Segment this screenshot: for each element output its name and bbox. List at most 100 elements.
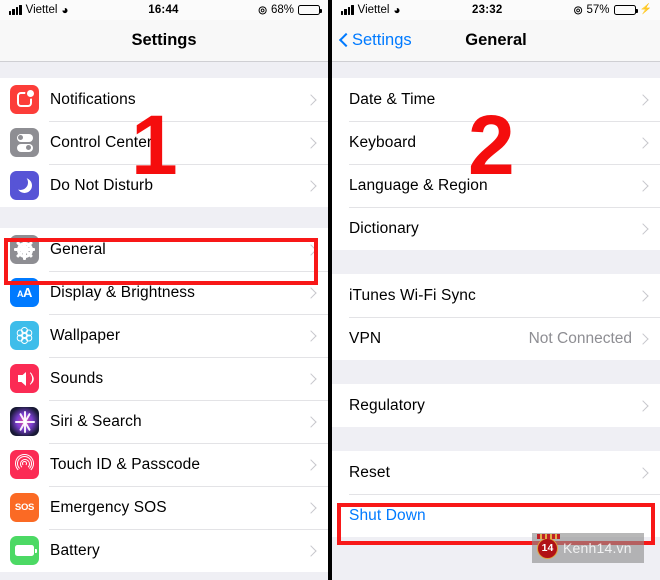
section-gap (332, 250, 660, 274)
crown-icon (537, 533, 560, 539)
chevron-right-icon (637, 289, 649, 302)
panel-divider (328, 0, 332, 580)
location-services-icon: ◎ (573, 4, 583, 16)
section-gap (332, 62, 660, 78)
section-gap (332, 427, 660, 451)
settings-group: Reset Shut Down (332, 451, 660, 537)
chevron-right-icon (637, 93, 649, 106)
battery-icon (613, 4, 638, 16)
list-item-label: Sounds (50, 369, 104, 387)
status-bar-left: Viettel ◕ 16:44 ◎ 68% (0, 0, 328, 20)
chevron-right-icon (305, 372, 317, 385)
list-item-label: Regulatory (349, 396, 425, 414)
list-item-itunes-wi-fi-sync[interactable]: iTunes Wi-Fi Sync (332, 274, 660, 317)
battery-settings-icon (10, 536, 39, 565)
chevron-right-icon (637, 399, 649, 412)
screenshot-stage: Viettel ◕ 16:44 ◎ 68% Settings Notificat… (0, 0, 660, 580)
list-item-wallpaper[interactable]: Wallpaper (0, 314, 328, 357)
list-item-battery[interactable]: Battery (0, 529, 328, 572)
control-center-icon (10, 128, 39, 157)
settings-group: iTunes Wi-Fi Sync VPN Not Connected (332, 274, 660, 360)
chevron-right-icon (637, 222, 649, 235)
do-not-disturb-icon (10, 171, 39, 200)
wifi-icon: ◕ (393, 2, 401, 17)
list-item-emergency-sos[interactable]: SOS Emergency SOS (0, 486, 328, 529)
watermark-text: Kenh14.vn (563, 540, 632, 556)
chevron-right-icon (305, 93, 317, 106)
battery-percent-label: 57% (586, 4, 610, 16)
list-item-label: Dictionary (349, 219, 419, 237)
step-number-2: 2 (468, 98, 515, 192)
chevron-right-icon (305, 243, 317, 256)
emergency-sos-icon: SOS (10, 493, 39, 522)
chevron-right-icon (637, 136, 649, 149)
list-item-general[interactable]: General (0, 228, 328, 271)
list-item-label: Reset (349, 463, 390, 481)
list-item-label: Siri & Search (50, 412, 142, 430)
section-gap (0, 207, 328, 228)
chevron-right-icon (305, 544, 317, 557)
general-gear-icon (10, 235, 39, 264)
page-title: Settings (131, 31, 197, 49)
nav-bar-left: Settings (0, 20, 328, 62)
list-item-value: Not Connected (528, 329, 632, 347)
list-item-label: Battery (50, 541, 100, 559)
settings-group: General AA Display & Brightness Wallpaper So… (0, 228, 328, 572)
chevron-right-icon (305, 136, 317, 149)
chevron-right-icon (637, 466, 649, 479)
watermark: 14 Kenh14.vn (532, 533, 644, 563)
back-button[interactable]: Settings (332, 31, 412, 50)
sounds-icon (10, 364, 39, 393)
list-item-label: General (50, 240, 106, 258)
list-item-reset[interactable]: Reset (332, 451, 660, 494)
step-number-1: 1 (131, 98, 178, 192)
wifi-icon: ◕ (61, 2, 69, 17)
cellular-signal-icon (341, 5, 354, 15)
list-item-display-and-brightness[interactable]: AA Display & Brightness (0, 271, 328, 314)
cellular-signal-icon (9, 5, 22, 15)
list-item-label: iTunes Wi-Fi Sync (349, 286, 476, 304)
carrier-label: Viettel (357, 4, 390, 16)
list-item-dictionary[interactable]: Dictionary (332, 207, 660, 250)
wallpaper-icon (10, 321, 39, 350)
carrier-label: Viettel (25, 4, 58, 16)
battery-icon (298, 4, 322, 16)
chevron-right-icon (305, 501, 317, 514)
status-bar-right: Viettel ◕ 23:32 ◎ 57% ⚡ (332, 0, 660, 20)
list-item-label: Do Not Disturb (50, 176, 154, 194)
back-button-label: Settings (352, 31, 412, 49)
list-item-label: Display & Brightness (50, 283, 196, 301)
list-item-vpn[interactable]: VPN Not Connected (332, 317, 660, 360)
chevron-right-icon (637, 332, 649, 345)
watermark-badge-label: 14 (541, 542, 554, 554)
list-item-label: Wallpaper (50, 326, 121, 344)
list-item-label: Shut Down (349, 506, 426, 524)
charging-bolt-icon: ⚡ (639, 4, 652, 15)
list-item-shut-down[interactable]: Shut Down (332, 494, 660, 537)
display-brightness-icon: AA (10, 278, 39, 307)
battery-percent-label: 68% (270, 4, 294, 16)
list-item-touch-id-and-passcode[interactable]: Touch ID & Passcode (0, 443, 328, 486)
list-item-regulatory[interactable]: Regulatory (332, 384, 660, 427)
chevron-right-icon (305, 329, 317, 342)
clock-label: 16:44 (148, 4, 179, 16)
clock-label: 23:32 (472, 4, 503, 16)
list-item-label: Notifications (50, 90, 136, 108)
location-services-icon: ◎ (258, 4, 267, 16)
list-item-label: Control Center (50, 133, 153, 151)
chevron-right-icon (305, 179, 317, 192)
chevron-right-icon (305, 286, 317, 299)
siri-search-icon (10, 407, 39, 436)
list-item-siri-and-search[interactable]: Siri & Search (0, 400, 328, 443)
chevron-right-icon (637, 179, 649, 192)
chevron-right-icon (305, 415, 317, 428)
section-gap (332, 360, 660, 384)
list-item-label: Touch ID & Passcode (50, 455, 201, 473)
section-gap (0, 62, 328, 78)
settings-screen-panel: Viettel ◕ 16:44 ◎ 68% Settings Notificat… (0, 0, 328, 580)
chevron-right-icon (305, 458, 317, 471)
notifications-icon (10, 85, 39, 114)
list-item-sounds[interactable]: Sounds (0, 357, 328, 400)
settings-group: Regulatory (332, 384, 660, 427)
chevron-left-icon (339, 32, 349, 49)
